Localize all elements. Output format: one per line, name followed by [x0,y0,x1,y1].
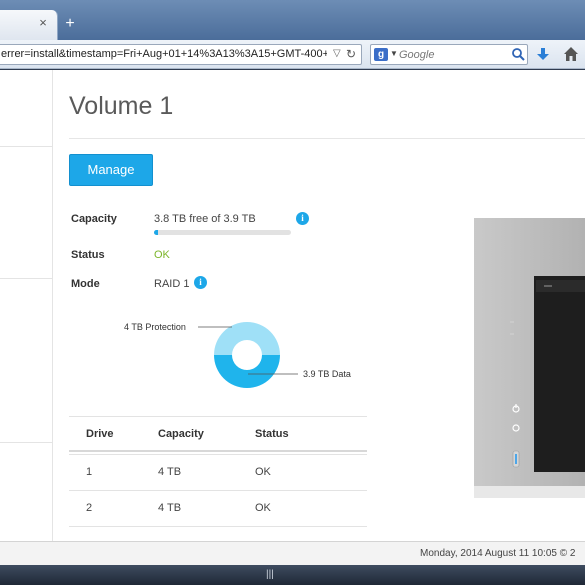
mode-label: Mode [71,278,100,290]
sidebar-divider [0,146,53,147]
status-datetime: Monday, 2014 August 11 10:05 © 2 [420,548,576,559]
column-header-capacity: Capacity [158,428,204,440]
capacity-info-icon[interactable]: i [296,212,309,225]
table-row[interactable]: 1 4 TB OK [69,454,367,490]
capacity-bar-fill [154,230,159,235]
page-content: Volume 1 Manage Capacity 3.8 TB free of … [0,70,585,541]
taskbar: ||| [0,565,585,585]
mode-value: RAID 1 [154,278,190,290]
tab-strip: × + [0,0,585,40]
status-value: OK [154,249,170,261]
drive-capacity: 4 TB [158,502,182,514]
table-bottom-border [69,526,367,527]
sidebar-divider [0,278,53,279]
address-bar[interactable]: errer=install&timestamp=Fri+Aug+01+14%3A… [0,44,362,65]
column-header-drive: Drive [86,428,114,440]
nas-device-image [474,218,585,498]
protection-label: 4 TB Protection [124,322,186,332]
drive-number: 1 [86,466,93,478]
page-title: Volume 1 [69,92,174,120]
url-dropdown-icon[interactable]: ▽ [333,48,341,59]
capacity-value: 3.8 TB free of 3.9 TB [154,213,256,225]
home-icon[interactable] [563,46,579,62]
data-label: 3.9 TB Data [303,369,351,379]
search-engine-icon[interactable]: g [374,48,388,61]
tab-close-icon[interactable]: × [36,16,50,30]
new-tab-button[interactable]: + [62,16,78,32]
table-row[interactable]: 2 4 TB OK [69,490,367,526]
search-engine-dropdown-icon[interactable]: ▼ [390,49,398,58]
url-text[interactable]: errer=install&timestamp=Fri+Aug+01+14%3A… [1,48,327,60]
drive-capacity: 4 TB [158,466,182,478]
column-header-status: Status [255,428,289,440]
capacity-bar [154,230,291,235]
resize-grip-icon[interactable]: ||| [266,569,274,580]
drive-status: OK [255,466,271,478]
sidebar [0,70,53,541]
search-icon[interactable] [511,47,525,61]
drive-status: OK [255,502,271,514]
sidebar-divider [0,442,53,443]
data-segment [214,355,280,388]
raid-donut-chart: 4 TB Protection 3.9 TB Data [124,322,351,388]
status-bar: Monday, 2014 August 11 10:05 © 2 [0,541,585,565]
navigation-toolbar: errer=install&timestamp=Fri+Aug+01+14%3A… [0,40,585,69]
browser-tab[interactable]: × [0,10,58,40]
search-bar[interactable]: g ▼ Google [370,44,528,65]
title-divider [69,138,585,139]
table-header-row: Drive Capacity Status [69,416,367,452]
status-label: Status [71,249,105,261]
search-placeholder: Google [399,49,435,61]
mode-info-icon[interactable]: i [194,276,207,289]
manage-button[interactable]: Manage [69,154,153,186]
drive-number: 2 [86,502,93,514]
reload-icon[interactable]: ↻ [346,47,356,61]
capacity-label: Capacity [71,213,117,225]
download-icon[interactable] [535,46,551,62]
browser-window: × + errer=install&timestamp=Fri+Aug+01+1… [0,0,585,585]
